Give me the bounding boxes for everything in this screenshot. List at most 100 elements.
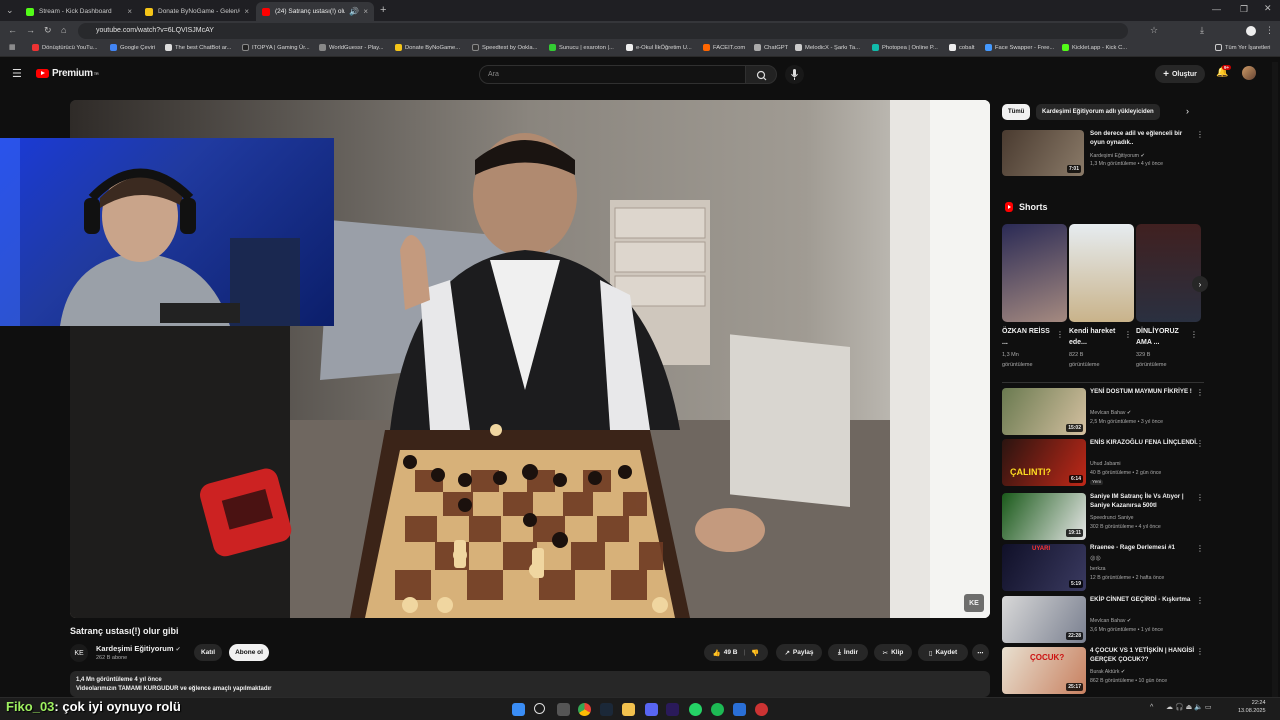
more-vert-icon[interactable]: ⋮	[1196, 130, 1204, 139]
rec-channel[interactable]: Mevlcan Bahav ✔	[1090, 617, 1198, 625]
steam-icon[interactable]	[600, 703, 613, 716]
short-title[interactable]: ÖZKAN REİSS ...	[1002, 326, 1056, 348]
search-input[interactable]: Ara	[479, 65, 746, 84]
close-icon[interactable]: ×	[244, 7, 249, 16]
minimize-icon[interactable]: —	[1212, 4, 1221, 14]
search-button[interactable]	[745, 65, 777, 84]
channel-avatar[interactable]: KE	[70, 644, 88, 662]
scrollbar[interactable]	[1272, 62, 1278, 697]
rec-thumbnail[interactable]: ÇOCUK? 25:17	[1002, 647, 1086, 694]
hamburger-icon[interactable]: ☰	[12, 67, 22, 80]
rec-title[interactable]: YENİ DOSTUM MAYMUN FİKRİYE !	[1090, 388, 1198, 397]
more-vert-icon[interactable]: ⋮	[1190, 330, 1198, 339]
browser-tab-youtube[interactable]: (24) Satranç ustası(!) olur g... 🔊 ×	[256, 2, 374, 21]
chip-all[interactable]: Tümü	[1002, 104, 1031, 120]
like-count[interactable]: 49 B	[724, 649, 738, 656]
channel-watermark[interactable]: KE	[964, 594, 984, 612]
rec-channel[interactable]: Uhud Jabami	[1090, 460, 1198, 468]
short-title[interactable]: DİNLİYORUZ AMA ...	[1136, 326, 1190, 348]
bookmark-item[interactable]: Face Swapper - Free...	[985, 44, 1054, 51]
youtube-logo[interactable]: Premium TR	[36, 68, 99, 79]
download-icon[interactable]: ⤓	[1200, 25, 1204, 36]
dislike-icon[interactable]: 👎	[751, 649, 759, 657]
bookmark-item[interactable]: FACEIT.com	[703, 44, 745, 51]
profile-avatar[interactable]	[1246, 26, 1256, 36]
bookmark-star-icon[interactable]: ☆	[1150, 25, 1158, 36]
rec-title[interactable]: ENİS KIRAZOĞLU FENA LİNÇLENDİ.	[1090, 439, 1198, 448]
close-icon[interactable]: ×	[127, 7, 132, 16]
rec-thumbnail[interactable]: 7:01	[1002, 130, 1084, 176]
rec-thumbnail[interactable]: 19:11	[1002, 493, 1086, 540]
subscribe-button[interactable]: Abone ol	[229, 644, 269, 661]
rec-channel[interactable]: Speedrunci Saniye	[1090, 514, 1198, 522]
chip-uploader[interactable]: Kardeşimi Eğitiyorum adlı yükleyiciden	[1036, 104, 1160, 120]
bookmark-item[interactable]: Speedtest by Ookla...	[472, 44, 537, 51]
start-icon[interactable]	[512, 703, 525, 716]
tray-chevron-icon[interactable]: ^	[1150, 704, 1153, 711]
whatsapp-icon[interactable]	[689, 703, 702, 716]
short-thumbnail[interactable]	[1069, 224, 1134, 322]
rec-thumbnail[interactable]: 22:28	[1002, 596, 1086, 643]
bookmark-item[interactable]: MelodicX - Şarkı Ta...	[795, 44, 860, 51]
home-icon[interactable]: ⌂	[61, 25, 66, 35]
menu-icon[interactable]: ⋮	[1265, 25, 1274, 36]
bookmark-item[interactable]: WorldGuessr - Play...	[319, 44, 384, 51]
bookmark-item[interactable]: Dönüştürücü YouTu...	[32, 44, 98, 51]
window-close-icon[interactable]: ✕	[1264, 3, 1272, 14]
rec-title[interactable]: EKİP CİNNET GEÇİRDİ - Kışkırtma	[1090, 596, 1198, 605]
premiere-icon[interactable]	[666, 703, 679, 716]
chevron-right-icon[interactable]: ›	[1186, 106, 1189, 116]
short-thumbnail[interactable]	[1136, 224, 1201, 322]
bookmark-item[interactable]: Photopea | Online P...	[872, 44, 938, 51]
bookmark-item[interactable]: cobalt	[949, 44, 974, 51]
tray-icons[interactable]: ☁ 🎧 ⏏ 🔈 ▭	[1166, 703, 1211, 711]
more-vert-icon[interactable]: ⋮	[1124, 330, 1132, 339]
bookmark-item[interactable]: Sunucu | exaroton |...	[549, 44, 614, 51]
search-icon[interactable]	[534, 703, 545, 714]
new-tab-button[interactable]: +	[380, 4, 386, 16]
avatar[interactable]	[1242, 66, 1256, 80]
task-view-icon[interactable]	[557, 703, 570, 716]
taskbar-clock[interactable]: 22:24 13.08.2025	[1238, 699, 1266, 715]
rec-title[interactable]: 4 ÇOCUK VS 1 YETİŞKİN | HANGİSİ GERÇEK Ç…	[1090, 647, 1198, 664]
channel-name[interactable]: Kardeşimi Eğitiyorum ✔	[96, 644, 181, 653]
rec-thumbnail[interactable]: ÇALINTI? 6:14	[1002, 439, 1086, 486]
voice-search-button[interactable]	[785, 65, 804, 84]
short-title[interactable]: Kendi hareket ede...	[1069, 326, 1123, 348]
rec-title[interactable]: Son derece adil ve eğlenceli bir oyun oy…	[1090, 130, 1198, 147]
rec-channel[interactable]: Kardeşimi Eğitiyorum ✔	[1090, 152, 1198, 160]
folder-icon[interactable]	[622, 703, 635, 716]
bookmark-item[interactable]: The best ChatBot ar...	[165, 44, 231, 51]
chrome-icon[interactable]	[578, 703, 591, 716]
shorts-next-button[interactable]: ›	[1192, 276, 1208, 292]
rec-channel[interactable]: Mevlcan Bahav ✔	[1090, 409, 1198, 417]
more-vert-icon[interactable]: ⋮	[1196, 647, 1204, 656]
rec-thumbnail[interactable]: 15:02	[1002, 388, 1086, 435]
bookmark-item[interactable]: ITOPYA | Gaming Ür...	[242, 44, 310, 51]
more-actions-button[interactable]: ⋯	[972, 644, 989, 661]
discord-icon[interactable]	[645, 703, 658, 716]
url-bar[interactable]: youtube.com/watch?v=6LQVISJMcAY	[78, 23, 1128, 39]
obs-icon[interactable]	[755, 703, 768, 716]
rec-thumbnail[interactable]: UYARI 5:19	[1002, 544, 1086, 591]
more-vert-icon[interactable]: ⋮	[1056, 330, 1064, 339]
share-button[interactable]: ↗ Paylaş	[776, 644, 822, 661]
browser-tab-donate[interactable]: Donate ByNoGame - Gelen/Gi... ×	[139, 2, 255, 21]
reload-icon[interactable]: ↻	[44, 25, 52, 36]
maximize-icon[interactable]: ❐	[1240, 4, 1248, 15]
tab-search-icon[interactable]: ⌄	[6, 5, 14, 16]
apps-icon[interactable]: ▦	[9, 43, 16, 51]
all-bookmarks[interactable]: Tüm Yer İşaretleri	[1215, 44, 1270, 51]
more-vert-icon[interactable]: ⋮	[1196, 388, 1204, 397]
clip-button[interactable]: ✂ Klip	[874, 644, 912, 661]
bookmark-item[interactable]: ChatGPT	[754, 44, 788, 51]
more-vert-icon[interactable]: ⋮	[1196, 544, 1204, 553]
short-thumbnail[interactable]	[1002, 224, 1067, 322]
bookmark-item[interactable]: e-Okul İlkÖğretim U...	[626, 44, 692, 51]
close-icon[interactable]: ×	[363, 7, 368, 16]
speaker-icon[interactable]: 🔊	[349, 7, 359, 16]
spotify-icon[interactable]	[711, 703, 724, 716]
description-box[interactable]: 1,4 Mn görüntüleme 4 yıl önce Videolarım…	[70, 671, 990, 697]
download-button[interactable]: ⤓ İndir	[828, 644, 868, 661]
rec-channel[interactable]: Burak Aktürk ✔	[1090, 668, 1198, 676]
